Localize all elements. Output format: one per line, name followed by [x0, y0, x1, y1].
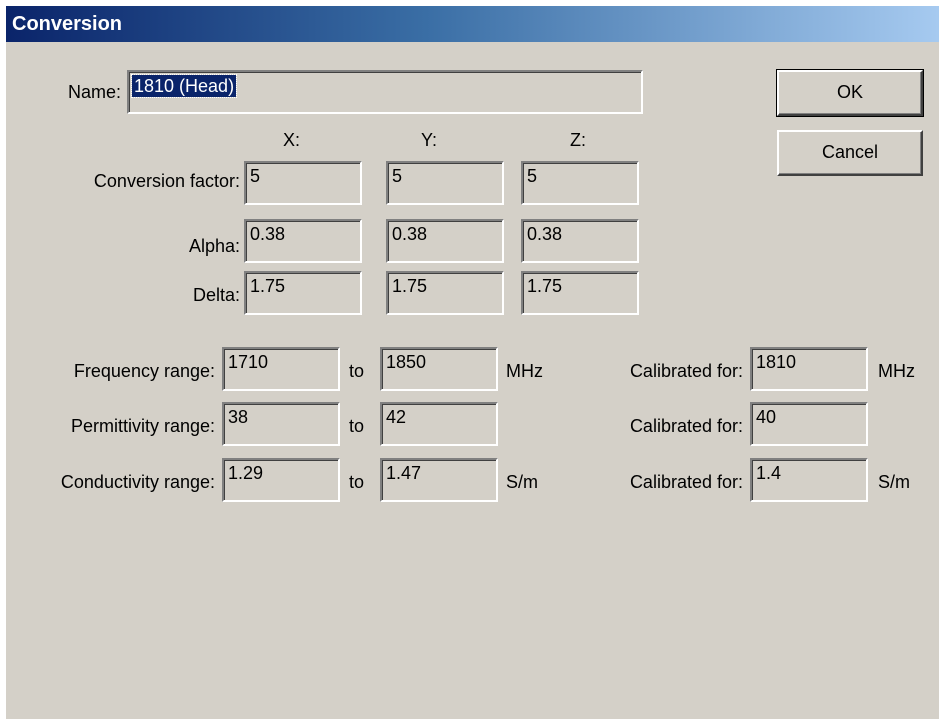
alpha-x-field[interactable]: 0.38	[244, 219, 362, 263]
permittivity-to-value: 42	[386, 407, 407, 427]
permittivity-from-value: 38	[228, 407, 249, 427]
frequency-range-label: Frequency range:	[73, 361, 215, 381]
frequency-calibrated-value: 1810	[756, 352, 797, 372]
frequency-calibrated-label: Calibrated for:	[629, 361, 743, 381]
conductivity-to-value: 1.47	[386, 463, 422, 483]
conversion-factor-x-field[interactable]: 5	[244, 161, 362, 205]
frequency-from-field[interactable]: 1710	[222, 347, 340, 391]
conductivity-calibrated-label: Calibrated for:	[629, 472, 743, 492]
delta-z-field[interactable]: 1.75	[521, 271, 639, 315]
axis-y-header: Y:	[421, 130, 438, 150]
frequency-to-field[interactable]: 1850	[380, 347, 498, 391]
cancel-button[interactable]: Cancel	[777, 130, 923, 176]
title-bar[interactable]: Conversion	[6, 6, 939, 42]
conversion-dialog: Conversion Name: 1810 (Head) OK Cancel X…	[6, 6, 939, 719]
delta-z-value: 1.75	[527, 276, 563, 296]
conversion-factor-x-value: 5	[250, 166, 261, 186]
name-input[interactable]: 1810 (Head)	[127, 70, 643, 114]
permittivity-range-label: Permittivity range:	[70, 416, 215, 436]
alpha-z-field[interactable]: 0.38	[521, 219, 639, 263]
name-input-value: 1810 (Head)	[130, 74, 238, 98]
name-label: Name:	[67, 82, 121, 102]
conductivity-calibrated-value: 1.4	[756, 463, 782, 483]
conversion-factor-label: Conversion factor:	[93, 171, 240, 191]
alpha-y-value: 0.38	[392, 224, 428, 244]
conductivity-calibrated-field[interactable]: 1.4	[750, 458, 868, 502]
conductivity-unit: S/m	[506, 472, 539, 492]
permittivity-calibrated-label: Calibrated for:	[629, 416, 743, 436]
delta-y-field[interactable]: 1.75	[386, 271, 504, 315]
conductivity-from-value: 1.29	[228, 463, 264, 483]
cancel-button-label: Cancel	[821, 142, 879, 162]
delta-x-field[interactable]: 1.75	[244, 271, 362, 315]
window-title: Conversion	[12, 13, 123, 35]
alpha-x-value: 0.38	[250, 224, 286, 244]
frequency-calibrated-unit: MHz	[878, 361, 915, 381]
conversion-factor-y-value: 5	[392, 166, 403, 186]
ok-button-label: OK	[836, 82, 863, 102]
permittivity-to-field[interactable]: 42	[380, 402, 498, 446]
conversion-factor-y-field[interactable]: 5	[386, 161, 504, 205]
conductivity-range-label: Conductivity range:	[60, 472, 215, 492]
delta-x-value: 1.75	[250, 276, 286, 296]
frequency-calibrated-field[interactable]: 1810	[750, 347, 868, 391]
alpha-label: Alpha:	[188, 236, 240, 256]
alpha-z-value: 0.38	[527, 224, 563, 244]
frequency-from-value: 1710	[228, 352, 269, 372]
conductivity-to-label: to	[349, 472, 365, 492]
conversion-factor-z-field[interactable]: 5	[521, 161, 639, 205]
conductivity-to-field[interactable]: 1.47	[380, 458, 498, 502]
permittivity-from-field[interactable]: 38	[222, 402, 340, 446]
permittivity-calibrated-field[interactable]: 40	[750, 402, 868, 446]
delta-label: Delta:	[192, 285, 240, 305]
delta-y-value: 1.75	[392, 276, 428, 296]
conversion-factor-z-value: 5	[527, 166, 538, 186]
frequency-to-value: 1850	[386, 352, 427, 372]
conductivity-calibrated-unit: S/m	[878, 472, 911, 492]
permittivity-to-label: to	[349, 416, 365, 436]
conductivity-from-field[interactable]: 1.29	[222, 458, 340, 502]
permittivity-calibrated-value: 40	[756, 407, 777, 427]
frequency-to-label: to	[349, 361, 365, 381]
alpha-y-field[interactable]: 0.38	[386, 219, 504, 263]
axis-z-header: Z:	[570, 130, 586, 150]
frequency-unit: MHz	[506, 361, 543, 381]
axis-x-header: X:	[283, 130, 301, 150]
ok-button[interactable]: OK	[776, 69, 924, 117]
